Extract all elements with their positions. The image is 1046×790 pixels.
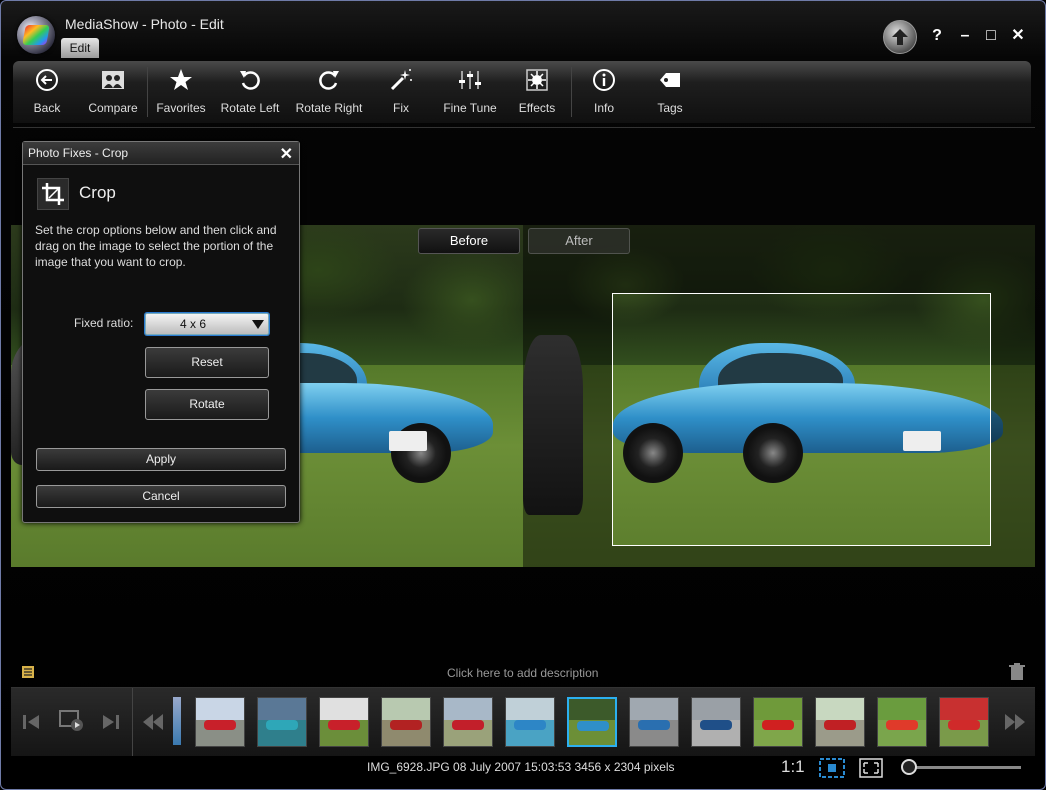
info-button[interactable]: Info [589, 61, 619, 123]
zoom-slider-track[interactable] [911, 766, 1021, 769]
chevron-down-icon [252, 320, 264, 329]
crop-mask-right [991, 293, 1035, 546]
filmstrip-thumb-3[interactable] [319, 697, 369, 747]
thumb-partial[interactable] [173, 697, 181, 745]
last-photo-icon[interactable] [101, 712, 121, 732]
mediashow-logo[interactable] [17, 16, 55, 54]
zoom-slider-knob[interactable] [901, 759, 917, 775]
cancel-button[interactable]: Cancel [36, 485, 286, 508]
fullscreen-icon[interactable] [859, 758, 883, 778]
crop-mask-left [523, 293, 612, 546]
fix-label: Fix [393, 101, 409, 115]
filmstrip-thumb-9[interactable] [691, 697, 741, 747]
tab-edit[interactable]: Edit [61, 38, 99, 58]
magic-wand-icon [390, 69, 412, 91]
fine-tune-icon [459, 71, 481, 89]
status-bar: IMG_6928.JPG 08 July 2007 15:03:53 3456 … [11, 755, 1035, 783]
toolbar-underline [13, 127, 1035, 128]
back-icon [36, 69, 58, 91]
app-window: MediaShow - Photo - Edit Edit ? – □ ✕ Ba… [0, 0, 1046, 790]
scroll-right-icon[interactable] [1003, 712, 1027, 732]
fixed-ratio-label: Fixed ratio: [74, 316, 134, 330]
tags-button[interactable]: Tags [653, 61, 687, 123]
fit-window-icon[interactable] [819, 758, 845, 778]
filmstrip-thumb-4[interactable] [381, 697, 431, 747]
star-icon [170, 69, 192, 90]
favorites-label: Favorites [156, 101, 206, 115]
trash-icon[interactable] [1009, 663, 1025, 681]
apply-button[interactable]: Apply [36, 448, 286, 471]
title-bar: MediaShow - Photo - Edit Edit ? – □ ✕ [1, 1, 1045, 61]
filmstrip-divider [132, 688, 133, 756]
filmstrip-thumb-5[interactable] [443, 697, 493, 747]
actual-size-button[interactable]: 1:1 [781, 757, 805, 777]
description-bar: Click here to add description [11, 661, 1035, 685]
dialog-description: Set the crop options below and then clic… [35, 223, 277, 269]
filmstrip-thumb-13[interactable] [939, 697, 989, 747]
reset-button[interactable]: Reset [145, 347, 269, 378]
fine-tune-button[interactable]: Fine Tune [441, 61, 499, 123]
toolbar-divider [147, 67, 148, 117]
back-button[interactable]: Back [27, 61, 67, 123]
filmstrip-thumb-10[interactable] [753, 697, 803, 747]
filmstrip [11, 687, 1035, 756]
fixed-ratio-select[interactable]: 4 x 6 [145, 313, 269, 335]
notes-icon[interactable] [21, 665, 35, 679]
minimize-button[interactable]: – [954, 25, 976, 47]
filmstrip-thumb-2[interactable] [257, 697, 307, 747]
info-icon [593, 69, 615, 91]
slideshow-icon[interactable] [59, 709, 85, 733]
filmstrip-thumb-1[interactable] [195, 697, 245, 747]
fine-tune-label: Fine Tune [443, 101, 497, 115]
filmstrip-thumb-8[interactable] [629, 697, 679, 747]
rotate-left-button[interactable]: Rotate Left [219, 61, 281, 123]
dialog-close-button[interactable]: ✕ [280, 144, 293, 164]
toolbar-divider-2 [571, 67, 572, 117]
effects-icon [526, 69, 548, 91]
dialog-title: Photo Fixes - Crop [23, 142, 299, 165]
tags-label: Tags [657, 101, 683, 115]
first-photo-icon[interactable] [21, 712, 41, 732]
favorites-button[interactable]: Favorites [155, 61, 207, 123]
compare-label: Compare [88, 101, 138, 115]
filmstrip-thumb-12[interactable] [877, 697, 927, 747]
compare-button[interactable]: Compare [85, 61, 141, 123]
compare-icon [102, 71, 124, 89]
upload-button[interactable] [883, 20, 917, 54]
rotate-button[interactable]: Rotate [145, 389, 269, 420]
file-info: IMG_6928.JPG 08 July 2007 15:03:53 3456 … [367, 760, 675, 774]
rotate-left-label: Rotate Left [220, 101, 280, 115]
filmstrip-thumb-7[interactable] [567, 697, 617, 747]
help-button[interactable]: ? [926, 25, 948, 47]
main-toolbar: Back Compare Favorites Rotate Left Rotat… [13, 61, 1031, 123]
dialog-heading: Crop [79, 183, 116, 202]
crop-mask-bottom [523, 546, 1035, 567]
effects-label: Effects [518, 101, 556, 115]
rotate-right-button[interactable]: Rotate Right [293, 61, 365, 123]
fix-button[interactable]: Fix [385, 61, 417, 123]
crop-dialog: Photo Fixes - Crop ✕ Crop Set the crop o… [22, 141, 300, 523]
filmstrip-thumb-11[interactable] [815, 697, 865, 747]
fixed-ratio-value: 4 x 6 [180, 317, 207, 331]
filmstrip-thumb-6[interactable] [505, 697, 555, 747]
description-input[interactable]: Click here to add description [447, 666, 598, 680]
maximize-button[interactable]: □ [980, 25, 1002, 47]
tab-after[interactable]: After [528, 228, 630, 254]
crop-selection-box[interactable] [612, 293, 991, 546]
info-label: Info [593, 101, 614, 115]
effects-button[interactable]: Effects [515, 61, 559, 123]
rotate-left-icon [240, 71, 260, 90]
back-label: Back [33, 101, 61, 115]
rotate-right-icon [319, 71, 339, 90]
scroll-left-icon[interactable] [141, 712, 165, 732]
window-title: MediaShow - Photo - Edit [65, 16, 224, 32]
close-window-button[interactable]: ✕ [1007, 25, 1029, 47]
crop-icon [37, 178, 69, 210]
tag-icon [660, 73, 680, 87]
upload-arrow-icon [892, 29, 908, 45]
rotate-right-label: Rotate Right [295, 101, 363, 115]
tab-before[interactable]: Before [418, 228, 520, 254]
